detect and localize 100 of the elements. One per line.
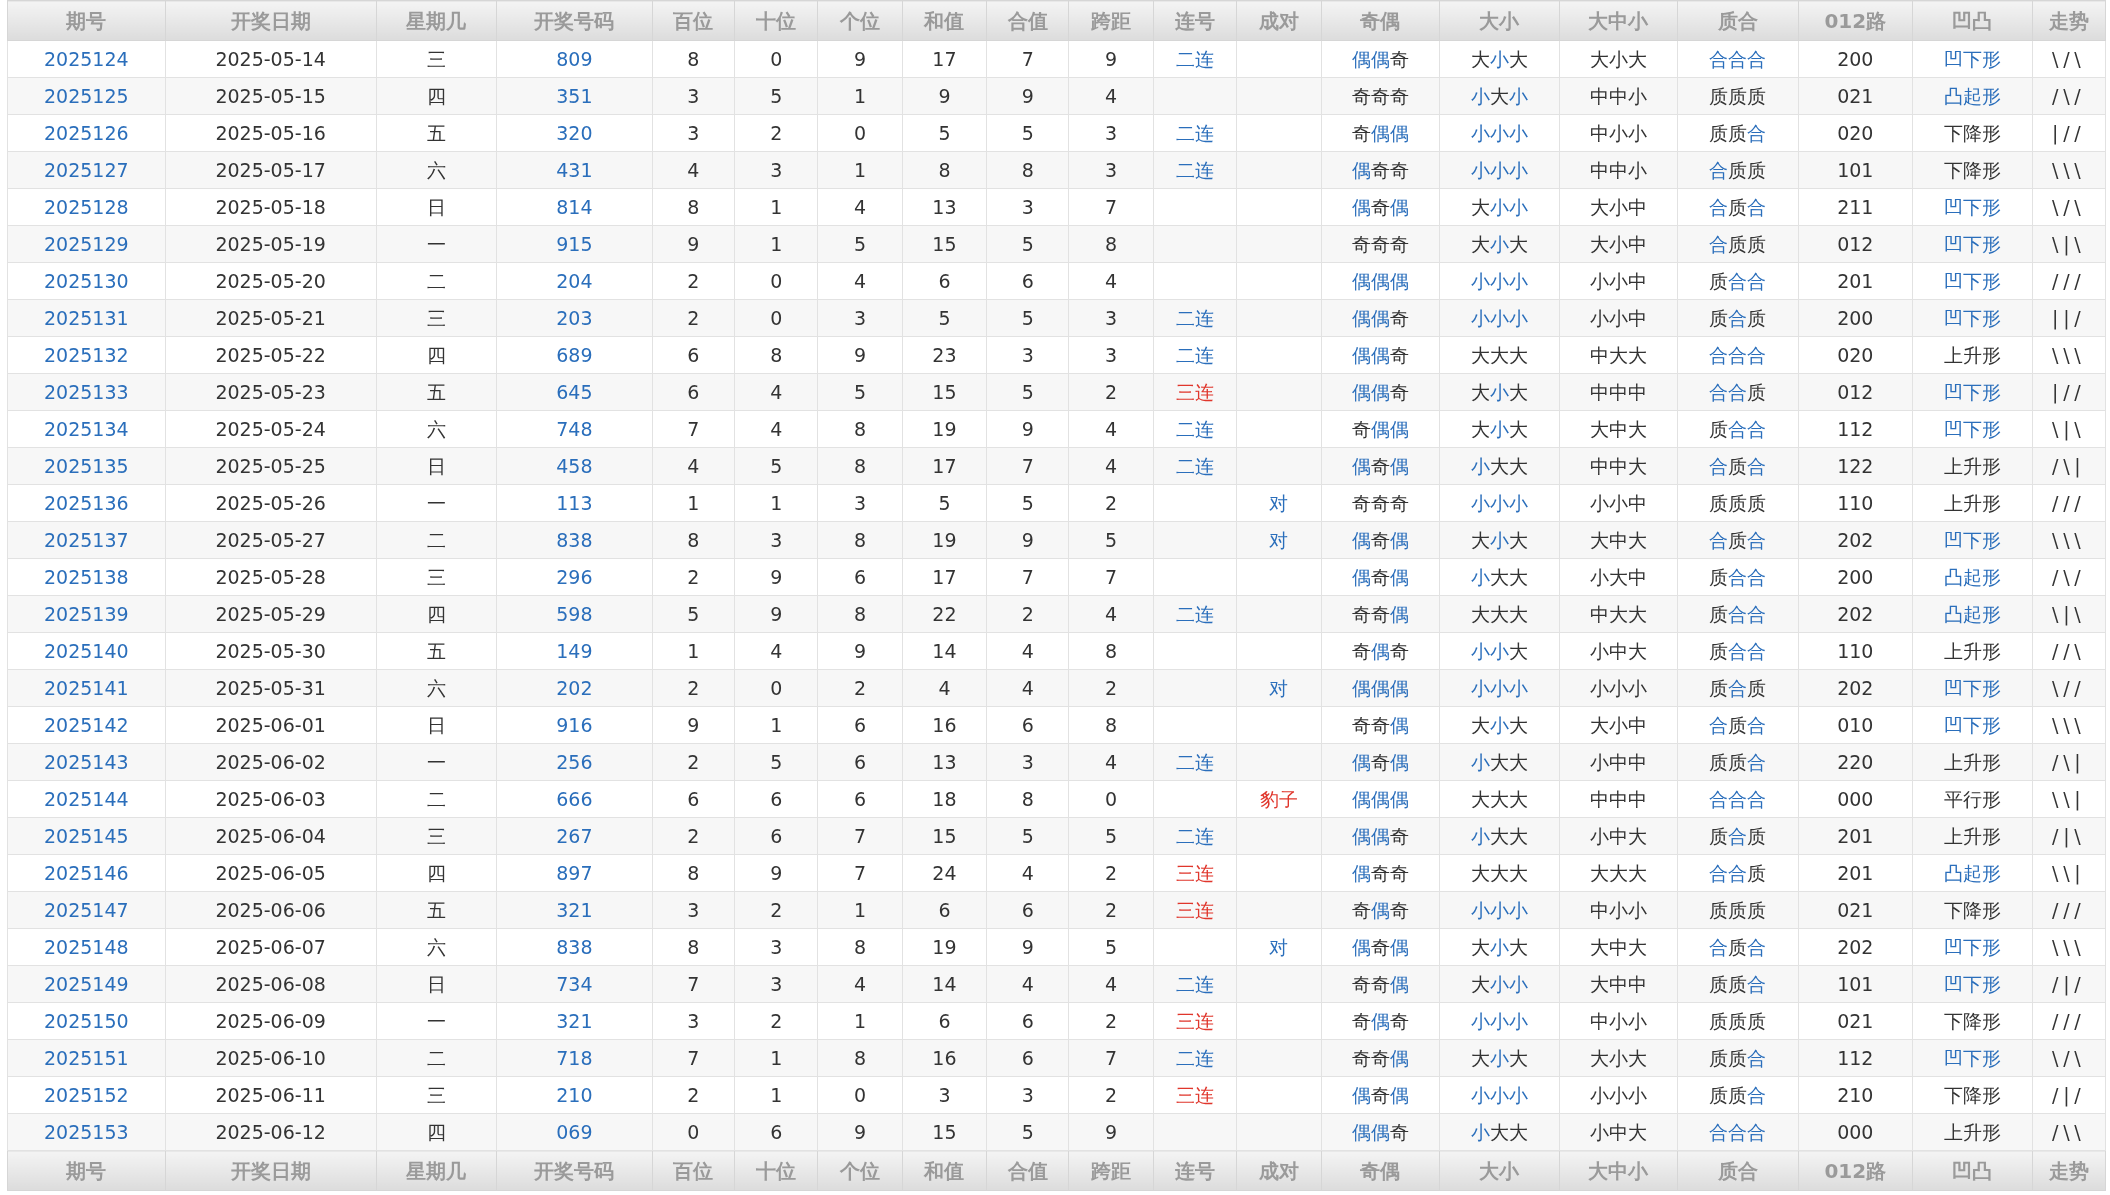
prime-composite-pattern: 质合合 [1709,565,1767,588]
table-cell: 8 [687,195,700,218]
table-cell: 24 [932,861,957,884]
weekday: 三 [426,565,446,588]
table-cell: 17 [932,565,957,588]
prime-composite-pattern: 合合质 [1709,861,1767,884]
draw-date: 2025-06-05 [215,861,326,884]
table-cell: 14 [932,972,957,995]
table-cell: 7 [687,1046,700,1069]
table-cell: 5 [1021,232,1034,255]
size-pattern: 大中中 [1589,972,1647,995]
table-cell: 0 [854,121,867,144]
prime-composite-pattern: 质质质 [1709,491,1767,514]
size-pattern: 大大大 [1589,861,1647,884]
size-pattern: 小大中 [1589,565,1647,588]
draw-date: 2025-06-04 [215,824,326,847]
column-header: 连号 [1153,1150,1237,1191]
column-header: 质合 [1677,1150,1799,1191]
table-cell: 4 [770,639,783,662]
table-cell: 4 [854,195,867,218]
table-cell: 5 [770,84,783,107]
winning-number: 838 [556,528,593,551]
table-cell: 13 [932,195,957,218]
draw-date: 2025-05-24 [215,417,326,440]
draw-date: 2025-05-16 [215,121,326,144]
size-pattern: 小小小 [1589,1083,1647,1106]
shape-label: 凹下形 [1943,232,2001,255]
table-cell: 2 [1105,676,1118,699]
table-cell: 8 [938,158,951,181]
shape-label: 上升形 [1943,639,2001,662]
column-header: 成对 [1236,1150,1322,1191]
draw-date: 2025-05-28 [215,565,326,588]
table-cell: 3 [687,1009,700,1032]
big-small-pattern: 大小大 [1470,1046,1528,1069]
table-cell: 15 [932,824,957,847]
route-pattern: 020 [1837,121,1874,144]
column-header: 走势 [2032,1150,2106,1191]
shape-label: 上升形 [1943,343,2001,366]
table-cell: 3 [770,972,783,995]
table-cell: 0 [770,269,783,292]
big-small-pattern: 小大大 [1470,750,1528,773]
route-pattern: 200 [1837,565,1874,588]
trend-symbols: \\\ [2052,713,2086,736]
weekday: 四 [426,84,446,107]
shape-label: 上升形 [1943,454,2001,477]
prime-composite-pattern: 质质质 [1709,898,1767,921]
size-pattern: 大小中 [1589,195,1647,218]
column-header: 大小 [1439,1150,1560,1191]
winning-number: 734 [556,972,593,995]
draw-date: 2025-05-26 [215,491,326,514]
column-header: 期号 [7,1150,166,1191]
route-pattern: 000 [1837,787,1874,810]
prime-composite-pattern: 质合质 [1709,676,1767,699]
prime-composite-pattern: 质合合 [1709,602,1767,625]
route-pattern: 210 [1837,1083,1874,1106]
table-cell: 7 [854,824,867,847]
big-small-pattern: 小小小 [1470,676,1528,699]
draw-date: 2025-05-27 [215,528,326,551]
odd-even-pattern: 奇偶奇 [1351,1009,1409,1032]
table-cell: 0 [770,306,783,329]
shape-label: 上升形 [1943,824,2001,847]
table-cell: 13 [932,750,957,773]
table-cell: 3 [1105,121,1118,144]
route-pattern: 202 [1837,602,1874,625]
column-header: 开奖号码 [496,0,653,41]
table-cell: 4 [854,972,867,995]
table-cell: 2 [687,1083,700,1106]
prime-composite-pattern: 合合质 [1709,380,1767,403]
table-cell: 4 [1105,602,1118,625]
table-cell: 4 [1021,861,1034,884]
column-header: 合值 [986,1150,1069,1191]
prime-composite-pattern: 质质质 [1709,84,1767,107]
table-cell: 3 [1021,750,1034,773]
table-cell: 17 [932,47,957,70]
table-cell: 2 [687,750,700,773]
table-cell: 5 [687,602,700,625]
table-cell: 4 [1105,454,1118,477]
weekday: 四 [426,1120,446,1143]
prime-composite-pattern: 质合质 [1709,824,1767,847]
table-cell: 4 [938,676,951,699]
table-cell: 5 [1021,824,1034,847]
big-small-pattern: 大大大 [1470,787,1528,810]
table-cell: 5 [854,232,867,255]
size-pattern: 大小大 [1589,47,1647,70]
winning-number: 598 [556,602,593,625]
odd-even-pattern: 偶偶奇 [1351,1120,1409,1143]
odd-even-pattern: 偶奇偶 [1351,565,1409,588]
prime-composite-pattern: 质质合 [1709,121,1767,144]
column-header: 大小 [1439,0,1560,41]
prime-composite-pattern: 合合合 [1709,1120,1767,1143]
shape-label: 上升形 [1943,491,2001,514]
draw-date: 2025-05-19 [215,232,326,255]
draw-date: 2025-05-20 [215,269,326,292]
route-pattern: 021 [1837,898,1874,921]
size-pattern: 小小中 [1589,491,1647,514]
prime-composite-pattern: 质质合 [1709,1083,1767,1106]
table-cell: 4 [1105,269,1118,292]
draw-date: 2025-05-18 [215,195,326,218]
shape-label: 凹下形 [1943,713,2001,736]
odd-even-pattern: 偶偶奇 [1351,343,1409,366]
